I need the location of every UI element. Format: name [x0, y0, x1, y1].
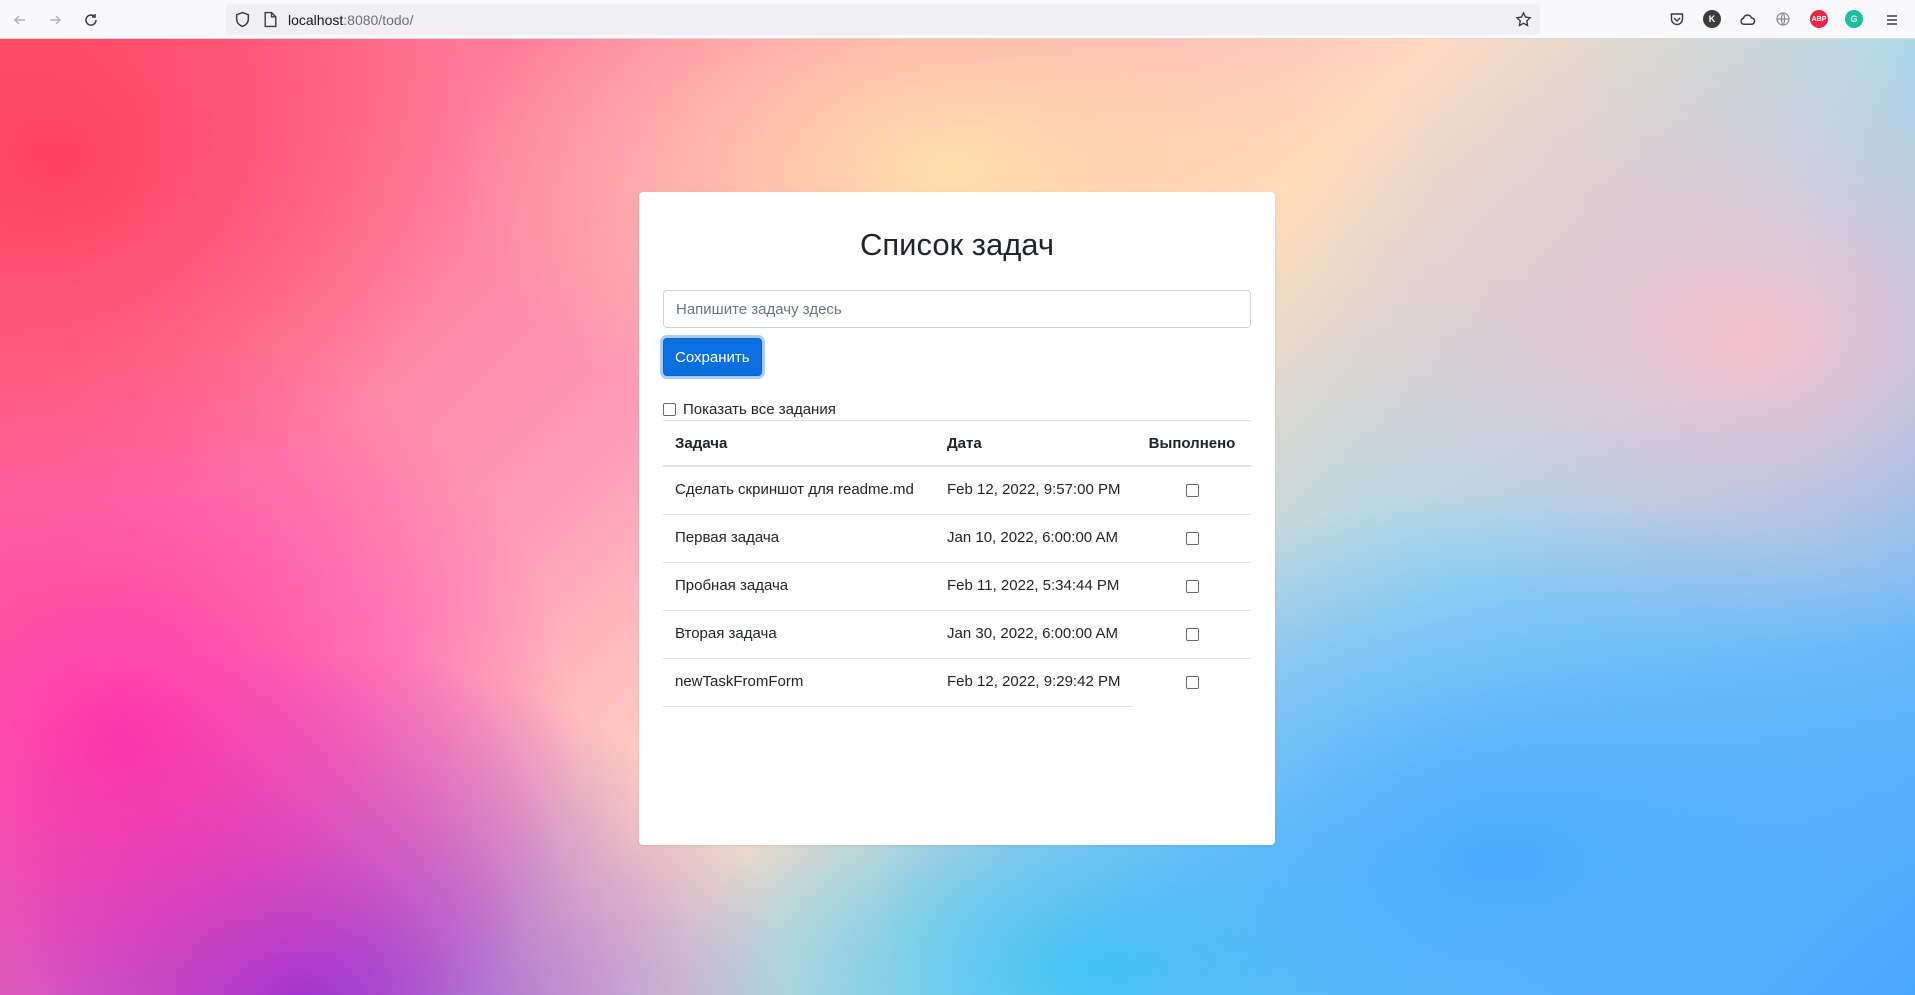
done-checkbox[interactable]: [1185, 484, 1199, 497]
bookmark-star-icon[interactable]: [1515, 11, 1532, 28]
done-checkbox[interactable]: [1185, 532, 1199, 545]
done-checkbox[interactable]: [1185, 676, 1199, 689]
browser-toolbar: localhost:8080/todo/ K ABP G: [0, 0, 1915, 39]
date-cell: Feb 12, 2022, 9:29:42 PM: [935, 658, 1133, 707]
task-cell: Пробная задача: [663, 562, 935, 611]
date-cell: Jan 10, 2022, 6:00:00 AM: [935, 514, 1133, 563]
grammarly-icon[interactable]: G: [1845, 10, 1863, 28]
table-header-row: Задача Дата Выполнено: [663, 420, 1251, 467]
k-extension-icon[interactable]: K: [1703, 10, 1721, 28]
show-all-toggle[interactable]: Показать все задания: [663, 399, 1251, 419]
done-cell: [1133, 610, 1251, 659]
column-header-date: Дата: [935, 420, 1133, 467]
date-cell: Feb 11, 2022, 5:34:44 PM: [935, 562, 1133, 611]
task-input[interactable]: [663, 290, 1251, 328]
save-button[interactable]: Сохранить: [663, 338, 762, 376]
task-cell: newTaskFromForm: [663, 658, 935, 707]
task-cell: Первая задача: [663, 514, 935, 563]
url-text[interactable]: localhost:8080/todo/: [288, 12, 413, 28]
page-title: Список задач: [859, 227, 1054, 262]
shield-icon[interactable]: [234, 11, 251, 28]
done-cell: [1133, 659, 1251, 707]
task-table: Задача Дата Выполнено Сделать скриншот д…: [663, 420, 1251, 707]
task-cell: Сделать скриншот для readme.md: [663, 466, 935, 515]
menu-icon[interactable]: [1878, 6, 1906, 34]
cloud-icon[interactable]: [1738, 10, 1756, 28]
table-row: newTaskFromForm Feb 12, 2022, 9:29:42 PM: [663, 658, 1251, 707]
column-header-done: Выполнено: [1133, 420, 1251, 467]
page-background: Список задач Сохранить Показать все зада…: [0, 39, 1915, 995]
done-cell: [1133, 514, 1251, 563]
table-row: Первая задача Jan 10, 2022, 6:00:00 AM: [663, 514, 1251, 563]
show-all-label: Показать все задания: [683, 400, 836, 418]
page-icon[interactable]: [263, 11, 278, 28]
back-icon[interactable]: [6, 6, 34, 34]
done-checkbox[interactable]: [1185, 628, 1199, 641]
pocket-icon[interactable]: [1668, 10, 1686, 28]
done-checkbox[interactable]: [1185, 580, 1199, 593]
table-row: Вторая задача Jan 30, 2022, 6:00:00 AM: [663, 610, 1251, 659]
table-row: Сделать скриншот для readme.md Feb 12, 2…: [663, 466, 1251, 515]
column-header-task: Задача: [663, 420, 935, 467]
date-cell: Feb 12, 2022, 9:57:00 PM: [935, 466, 1133, 515]
done-cell: [1133, 466, 1251, 515]
date-cell: Jan 30, 2022, 6:00:00 AM: [935, 610, 1133, 659]
reload-icon[interactable]: [77, 6, 105, 34]
forward-icon[interactable]: [41, 6, 69, 34]
address-bar[interactable]: localhost:8080/todo/: [226, 4, 1540, 35]
adblock-icon[interactable]: ABP: [1810, 10, 1828, 28]
table-row: Пробная задача Feb 11, 2022, 5:34:44 PM: [663, 562, 1251, 611]
todo-card: Список задач Сохранить Показать все зада…: [639, 192, 1275, 845]
show-all-checkbox[interactable]: [663, 402, 676, 416]
globe-icon[interactable]: [1774, 10, 1792, 28]
done-cell: [1133, 562, 1251, 611]
task-cell: Вторая задача: [663, 610, 935, 659]
